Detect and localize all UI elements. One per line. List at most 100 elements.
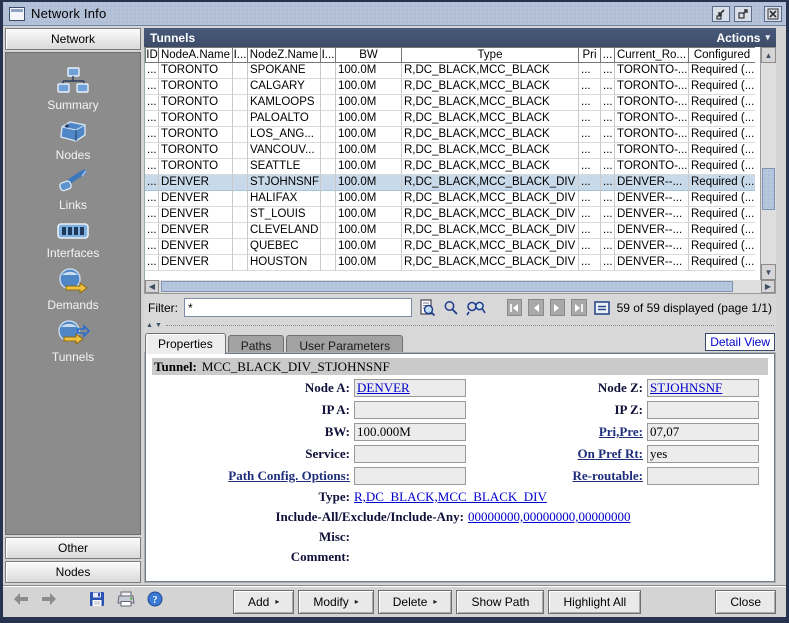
table-cell[interactable] xyxy=(321,95,336,111)
table-cell[interactable]: R,DC_BLACK,MCC_BLACK_DIV xyxy=(402,223,579,239)
table-cell[interactable]: TORONTO xyxy=(159,63,233,79)
column-header[interactable]: I... xyxy=(233,47,248,63)
table-cell[interactable] xyxy=(321,111,336,127)
table-cell[interactable]: TORONTO xyxy=(159,95,233,111)
table-cell[interactable]: R,DC_BLACK,MCC_BLACK xyxy=(402,143,579,159)
add-button[interactable]: Add▸ xyxy=(233,590,294,614)
table-cell[interactable]: 100.0M xyxy=(336,207,402,223)
table-cell[interactable]: R,DC_BLACK,MCC_BLACK_DIV xyxy=(402,191,579,207)
actions-menu-button[interactable]: Actions ▾ xyxy=(716,31,770,45)
category-button-other[interactable]: Other xyxy=(5,537,141,559)
close-dialog-button[interactable]: Close xyxy=(715,590,776,614)
collapse-up-icon[interactable]: ▲ xyxy=(146,322,153,330)
search-selected-button[interactable] xyxy=(466,298,486,318)
table-cell[interactable]: Required (... xyxy=(689,127,755,143)
table-cell[interactable]: TORONTO-... xyxy=(615,111,689,127)
table-cell[interactable]: DENVER--... xyxy=(615,255,689,271)
table-cell[interactable]: HOUSTON xyxy=(248,255,321,271)
table-cell[interactable]: VANCOUV... xyxy=(248,143,321,159)
horizontal-scroll-thumb[interactable] xyxy=(161,281,733,292)
table-cell[interactable]: PALOALTO xyxy=(248,111,321,127)
table-row[interactable]: ...TORONTOVANCOUV...100.0MR,DC_BLACK,MCC… xyxy=(145,143,760,159)
type-link[interactable]: R,DC_BLACK,MCC_BLACK_DIV xyxy=(354,489,547,505)
table-row[interactable]: ...DENVERHOUSTON100.0MR,DC_BLACK,MCC_BLA… xyxy=(145,255,760,271)
first-page-button[interactable] xyxy=(507,299,523,316)
table-cell[interactable]: 100.0M xyxy=(336,79,402,95)
table-cell[interactable]: TORONTO xyxy=(159,111,233,127)
table-cell[interactable]: ... xyxy=(579,63,601,79)
sidebar-item-nodes[interactable]: Nodes xyxy=(6,119,140,162)
table-row[interactable]: ...TORONTOSEATTLE100.0MR,DC_BLACK,MCC_BL… xyxy=(145,159,760,175)
table-cell[interactable] xyxy=(321,191,336,207)
include-exclude-link[interactable]: 00000000,00000000,00000000 xyxy=(468,509,631,525)
table-cell[interactable]: ... xyxy=(601,63,615,79)
table-cell[interactable]: ... xyxy=(145,95,159,111)
table-cell[interactable]: Required (... xyxy=(689,223,755,239)
table-cell[interactable]: R,DC_BLACK,MCC_BLACK_DIV xyxy=(402,175,579,191)
table-cell[interactable]: 100.0M xyxy=(336,63,402,79)
table-cell[interactable]: ... xyxy=(579,111,601,127)
table-cell[interactable]: Required (... xyxy=(689,111,755,127)
table-cell[interactable]: 100.0M xyxy=(336,223,402,239)
table-row[interactable]: ...TORONTOPALOALTO100.0MR,DC_BLACK,MCC_B… xyxy=(145,111,760,127)
vertical-scroll-track[interactable] xyxy=(761,63,776,264)
table-cell[interactable]: DENVER--... xyxy=(615,175,689,191)
table-cell[interactable]: TORONTO xyxy=(159,143,233,159)
table-cell[interactable]: R,DC_BLACK,MCC_BLACK xyxy=(402,79,579,95)
table-cell[interactable]: Required (... xyxy=(689,239,755,255)
table-cell[interactable]: ... xyxy=(145,79,159,95)
table-cell[interactable]: ... xyxy=(145,191,159,207)
table-cell[interactable]: SEATTLE xyxy=(248,159,321,175)
table-cell[interactable]: 100.0M xyxy=(336,127,402,143)
path-config-options-label-link[interactable]: Path Config. Options: xyxy=(152,468,352,484)
tab-user-parameters[interactable]: User Parameters xyxy=(286,335,403,353)
search-button[interactable] xyxy=(442,298,460,318)
sidebar-item-links[interactable]: Links xyxy=(6,169,140,212)
table-cell[interactable]: ... xyxy=(145,127,159,143)
table-cell[interactable]: ... xyxy=(579,175,601,191)
table-cell[interactable] xyxy=(321,127,336,143)
table-cell[interactable]: Required (... xyxy=(689,191,755,207)
table-cell[interactable]: ... xyxy=(145,111,159,127)
table-cell[interactable] xyxy=(233,207,248,223)
table-cell[interactable]: ... xyxy=(145,255,159,271)
horizontal-scrollbar[interactable]: ◀ ▶ xyxy=(144,280,776,294)
table-cell[interactable] xyxy=(233,239,248,255)
table-cell[interactable] xyxy=(321,223,336,239)
table-cell[interactable]: ... xyxy=(579,95,601,111)
table-cell[interactable]: ... xyxy=(579,223,601,239)
table-cell[interactable]: R,DC_BLACK,MCC_BLACK_DIV xyxy=(402,239,579,255)
table-cell[interactable]: TORONTO xyxy=(159,127,233,143)
table-row[interactable]: ...TORONTOKAMLOOPS100.0MR,DC_BLACK,MCC_B… xyxy=(145,95,760,111)
table-cell[interactable]: R,DC_BLACK,MCC_BLACK xyxy=(402,111,579,127)
table-cell[interactable]: Required (... xyxy=(689,175,755,191)
table-cell[interactable]: TORONTO-... xyxy=(615,159,689,175)
table-cell[interactable]: ... xyxy=(579,127,601,143)
table-cell[interactable]: 100.0M xyxy=(336,143,402,159)
table-cell[interactable]: LOS_ANG... xyxy=(248,127,321,143)
sidebar-item-tunnels[interactable]: Tunnels xyxy=(6,319,140,364)
previous-page-button[interactable] xyxy=(528,299,544,316)
table-cell[interactable]: DENVER--... xyxy=(615,191,689,207)
table-cell[interactable]: ... xyxy=(145,207,159,223)
table-cell[interactable]: QUEBEC xyxy=(248,239,321,255)
table-cell[interactable] xyxy=(233,191,248,207)
table-cell[interactable]: ... xyxy=(145,239,159,255)
table-cell[interactable]: ... xyxy=(601,111,615,127)
table-cell[interactable] xyxy=(233,127,248,143)
table-cell[interactable]: CALGARY xyxy=(248,79,321,95)
column-header[interactable]: I... xyxy=(321,47,336,63)
table-cell[interactable]: TORONTO xyxy=(159,79,233,95)
column-header[interactable]: Pri xyxy=(579,47,601,63)
table-cell[interactable]: DENVER xyxy=(159,191,233,207)
table-cell[interactable]: ... xyxy=(601,207,615,223)
table-cell[interactable]: ... xyxy=(579,191,601,207)
table-cell[interactable]: 100.0M xyxy=(336,175,402,191)
back-button[interactable] xyxy=(13,592,29,611)
table-cell[interactable]: DENVER xyxy=(159,239,233,255)
table-cell[interactable]: DENVER xyxy=(159,175,233,191)
column-header[interactable]: Configured xyxy=(689,47,755,63)
table-cell[interactable] xyxy=(321,175,336,191)
table-cell[interactable] xyxy=(233,159,248,175)
on-pref-rt-label-link[interactable]: On Pref Rt: xyxy=(468,446,645,462)
